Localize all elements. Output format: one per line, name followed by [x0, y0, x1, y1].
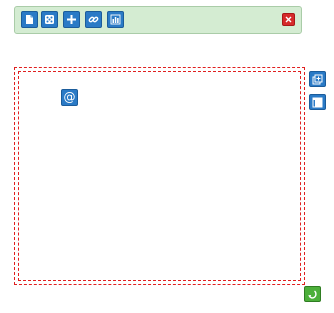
- plus-icon: [67, 15, 76, 24]
- mention-button[interactable]: @: [61, 89, 78, 106]
- new-document-button[interactable]: [21, 11, 38, 28]
- close-icon: [285, 16, 292, 23]
- random-button[interactable]: [41, 11, 58, 28]
- link-icon: [88, 16, 99, 23]
- toolbar: [14, 6, 302, 34]
- refresh-icon: [308, 289, 317, 299]
- chart-button[interactable]: [107, 11, 124, 28]
- expand-icon: [312, 74, 323, 84]
- document-icon: [26, 15, 33, 24]
- add-button[interactable]: [63, 11, 80, 28]
- link-button[interactable]: [85, 11, 102, 28]
- collapse-icon: [312, 97, 323, 107]
- dice-icon: [45, 15, 54, 24]
- refresh-button[interactable]: [304, 286, 321, 302]
- chart-icon: [110, 14, 121, 25]
- close-button[interactable]: [282, 13, 295, 26]
- drop-area[interactable]: [14, 67, 305, 285]
- collapse-button[interactable]: [309, 94, 326, 110]
- expand-button[interactable]: [309, 71, 326, 87]
- at-icon: @: [63, 90, 76, 104]
